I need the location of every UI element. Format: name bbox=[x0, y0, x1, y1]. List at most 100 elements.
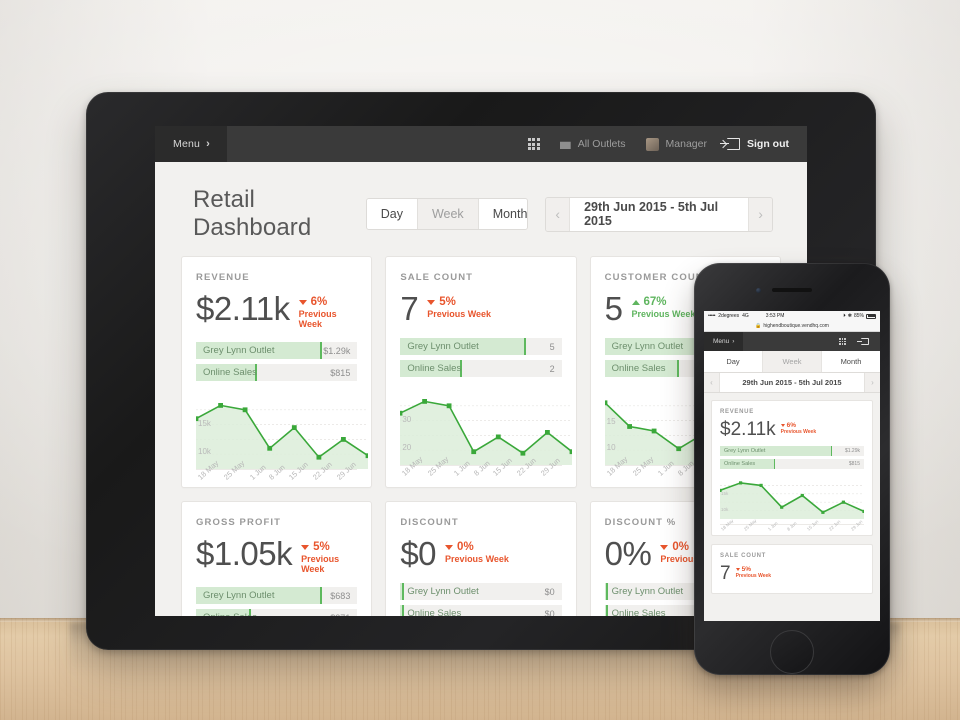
sign-out-icon[interactable] bbox=[857, 337, 869, 346]
phone-kpi-card[interactable]: SALE COUNT 7 5% Previous Week bbox=[711, 544, 873, 594]
chart-y-label: 30 bbox=[402, 415, 412, 424]
kpi-value: $1.05k bbox=[196, 535, 293, 572]
chart-y-label: 10 bbox=[606, 443, 616, 452]
tab-week[interactable]: Week bbox=[417, 199, 479, 229]
kpi-delta-caption: Previous Week bbox=[427, 309, 492, 319]
kpi-card[interactable]: DISCOUNT $0 0% Previous Week Grey Lynn Outle… bbox=[385, 501, 577, 617]
phone-breakdown-value: $1.29k bbox=[844, 448, 860, 454]
arrow-down-icon bbox=[445, 544, 454, 550]
phone-chart-x-label: 8 Jun bbox=[786, 520, 799, 532]
browser-url-bar[interactable]: 🔒 highendboutique.vendhq.com bbox=[704, 321, 880, 332]
phone-kpi-value: $2.11k bbox=[720, 419, 776, 440]
chart-y-label: 15k bbox=[198, 419, 211, 428]
breakdown-bars: Grey Lynn Outlet 5 Online Sales 2 bbox=[400, 338, 562, 377]
date-range-control: ‹ 29th Jun 2015 - 5th Jul 2015 › bbox=[545, 196, 773, 232]
arrow-up-icon bbox=[631, 299, 640, 305]
battery-label: 85% bbox=[853, 313, 864, 319]
breakdown-row-label: Grey Lynn Outlet bbox=[611, 586, 684, 597]
kpi-delta-caption: Previous Week bbox=[631, 309, 696, 319]
phone-tab-week[interactable]: Week bbox=[763, 351, 822, 372]
phone-date-prev[interactable]: ‹ bbox=[704, 378, 719, 387]
date-next-button[interactable]: › bbox=[749, 197, 772, 231]
phone-app-topbar: Menu › bbox=[704, 332, 880, 351]
phone-menu-button[interactable]: Menu › bbox=[704, 332, 744, 351]
phone-kpi-card[interactable]: REVENUE $2.11k 6% Previous Week Grey Lynn Ou… bbox=[711, 400, 873, 536]
kpi-value: 5 bbox=[604, 290, 623, 327]
breakdown-row-value: $0 bbox=[544, 586, 555, 597]
breakdown-bars: Grey Lynn Outlet $683 Online Sales $371 bbox=[196, 587, 358, 616]
kpi-row: $2.11k 6% Previous Week bbox=[196, 292, 357, 329]
outlet-selector[interactable]: All Outlets bbox=[559, 138, 626, 150]
kpi-card[interactable]: SALE COUNT 7 5% Previous Week Grey Lynn Outl… bbox=[385, 256, 577, 488]
breakdown-row: Online Sales 2 bbox=[400, 360, 562, 377]
sign-out-icon bbox=[720, 138, 740, 150]
menu-button[interactable]: Menu › bbox=[155, 126, 227, 162]
user-menu[interactable]: Manager bbox=[645, 137, 707, 151]
kpi-card[interactable]: REVENUE $2.11k 6% Previous Week Grey Lynn Ou… bbox=[181, 256, 373, 488]
app-topbar: Menu › All Outlets Manager Sign out bbox=[155, 126, 807, 162]
kpi-delta-percent: 5% bbox=[735, 566, 771, 573]
kpi-card[interactable]: GROSS PROFIT $1.05k 5% Previous Week Grey Ly… bbox=[181, 501, 373, 616]
tab-month[interactable]: Month bbox=[478, 199, 528, 229]
arrow-down-icon bbox=[735, 568, 740, 571]
phone-breakdown-row: Grey Lynn Outlet $1.29k bbox=[720, 446, 864, 456]
kpi-delta: 5% Previous Week bbox=[301, 541, 357, 574]
scene: Menu › All Outlets Manager Sign out Reta… bbox=[0, 0, 960, 720]
phone-card-list: REVENUE $2.11k 6% Previous Week Grey Lynn Ou… bbox=[704, 393, 880, 609]
date-prev-button[interactable]: ‹ bbox=[546, 197, 570, 231]
phone-breakdown-value: $815 bbox=[848, 461, 860, 467]
phone-topbar-right bbox=[838, 337, 880, 346]
arrow-down-icon bbox=[301, 544, 310, 550]
tab-day[interactable]: Day bbox=[366, 199, 418, 229]
phone-home-button[interactable] bbox=[770, 630, 814, 674]
breakdown-row: Grey Lynn Outlet 5 bbox=[400, 338, 562, 355]
phone-date-label[interactable]: 29th Jun 2015 - 5th Jul 2015 bbox=[719, 373, 865, 392]
kpi-card-title: DISCOUNT bbox=[400, 517, 459, 528]
phone-date-next[interactable]: › bbox=[865, 378, 880, 387]
kpi-delta-caption: Previous Week bbox=[298, 309, 337, 329]
battery-icon bbox=[866, 313, 876, 319]
date-range-label[interactable]: 29th Jun 2015 - 5th Jul 2015 bbox=[569, 197, 750, 231]
topbar-right-group: All Outlets Manager Sign out bbox=[528, 137, 807, 151]
breakdown-row-label: Online Sales bbox=[203, 367, 257, 378]
kpi-delta-caption: Previous Week bbox=[445, 554, 509, 564]
store-icon bbox=[559, 141, 571, 149]
breakdown-row-label: Online Sales bbox=[407, 608, 462, 616]
phone-status-bar: ••••• 2degrees 4G 3:53 PM ⏵ ❃ 85% bbox=[704, 311, 880, 321]
phone-speaker bbox=[772, 288, 812, 292]
sign-out-button[interactable]: Sign out bbox=[720, 138, 789, 150]
phone-date-range: ‹ 29th Jun 2015 - 5th Jul 2015 › bbox=[704, 373, 880, 393]
breakdown-row-label: Online Sales bbox=[407, 363, 462, 374]
kpi-delta-percent: 5% bbox=[427, 296, 491, 308]
breakdown-row: Grey Lynn Outlet $683 bbox=[196, 587, 358, 604]
kpi-delta: 0% Previous Week bbox=[445, 541, 509, 564]
phone-menu-label: Menu bbox=[713, 338, 730, 345]
apps-grid-button[interactable] bbox=[528, 138, 540, 150]
phone-tab-month[interactable]: Month bbox=[822, 351, 880, 372]
phone-breakdown-row: Online Sales $815 bbox=[720, 459, 864, 469]
clock-label: 3:53 PM bbox=[765, 313, 785, 319]
kpi-row: 7 5% Previous Week bbox=[400, 292, 561, 325]
kpi-sparkline-chart: 30 20 18 May 25 May 1 Jun 8 Jun 15 Jun 22 Jun 29… bbox=[400, 391, 573, 487]
phone-period-tabs: Day Week Month bbox=[704, 351, 880, 373]
menu-label: Menu bbox=[173, 138, 201, 150]
grid-icon[interactable] bbox=[838, 337, 846, 346]
kpi-delta: 5% Previous Week bbox=[427, 296, 491, 319]
phone-chart-x-label: 25 May bbox=[743, 518, 758, 532]
arrow-down-icon bbox=[780, 424, 785, 427]
breakdown-row-label: Grey Lynn Outlet bbox=[611, 341, 684, 352]
breakdown-row-value: $1.29k bbox=[323, 345, 351, 356]
phone-chart-y-label: 10k bbox=[721, 507, 729, 512]
chart-y-label: 10k bbox=[198, 447, 211, 456]
kpi-delta-caption: Previous Week bbox=[735, 573, 772, 579]
breakdown-row-label: Online Sales bbox=[196, 612, 257, 616]
kpi-card-title: GROSS PROFIT bbox=[196, 517, 281, 528]
breakdown-row-value: $683 bbox=[330, 590, 351, 601]
phone-tab-day[interactable]: Day bbox=[704, 351, 763, 372]
phone-kpi-row: 7 5% Previous Week bbox=[720, 564, 864, 583]
kpi-delta: 6% Previous Week bbox=[298, 296, 358, 329]
breakdown-row-label: Grey Lynn Outlet bbox=[203, 590, 275, 601]
phone-kpi-value: 7 bbox=[720, 563, 731, 584]
phone-chart-x-label: 18 May bbox=[720, 518, 735, 532]
breakdown-row-value: $0 bbox=[544, 608, 555, 617]
